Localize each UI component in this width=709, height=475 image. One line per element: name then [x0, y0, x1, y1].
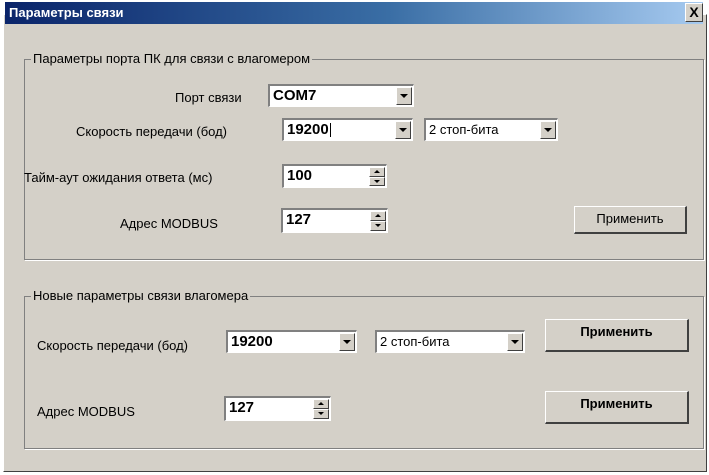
timeout-label: Тайм-аут ожидания ответа (мс) — [24, 170, 213, 185]
close-icon: X — [689, 4, 699, 20]
meter-address-label: Адрес MODBUS — [37, 404, 135, 419]
apply-meter-speed-button[interactable]: Применить — [545, 319, 689, 352]
chevron-down-icon — [511, 340, 519, 344]
meter-stopbits-select[interactable]: 2 стоп-бита — [375, 330, 525, 353]
apply-meter-speed-label: Применить — [580, 324, 653, 339]
meter-group-legend: Новые параметры связи влагомера — [31, 288, 251, 303]
address-label: Адрес MODBUS — [120, 216, 218, 231]
apply-port-button[interactable]: Применить — [574, 206, 687, 234]
chevron-down-icon — [400, 94, 408, 98]
apply-meter-address-button[interactable]: Применить — [545, 391, 689, 424]
arrow-up-icon — [375, 214, 381, 217]
arrow-up-icon — [374, 170, 380, 173]
arrow-down-icon — [374, 179, 380, 183]
close-button[interactable]: X — [685, 3, 703, 22]
meter-address-spinner[interactable]: 127 — [224, 396, 331, 421]
timeout-decrement-button[interactable] — [369, 176, 385, 186]
address-decrement-button[interactable] — [370, 221, 386, 231]
port-select[interactable]: COM7 — [268, 84, 414, 107]
arrow-up-icon — [318, 402, 324, 405]
stopbits-select[interactable]: 2 стоп-бита — [424, 118, 558, 141]
chevron-down-icon — [399, 128, 407, 132]
title-bar: Параметры связи X — [5, 2, 703, 24]
timeout-spinner[interactable]: 100 — [282, 164, 387, 188]
address-value: 127 — [286, 211, 312, 228]
timeout-increment-button[interactable] — [369, 167, 385, 177]
meter-stopbits-dropdown-button[interactable] — [507, 333, 523, 351]
stopbits-value: 2 стоп-бита — [429, 122, 499, 137]
meter-address-decrement-button[interactable] — [313, 409, 329, 419]
pc-port-group-legend: Параметры порта ПК для связи с влагомеро… — [31, 51, 313, 66]
meter-stopbits-value: 2 стоп-бита — [380, 334, 450, 349]
meter-address-value: 127 — [229, 399, 255, 416]
window-title: Параметры связи — [9, 5, 124, 20]
meter-speed-label: Скорость передачи (бод) — [37, 338, 189, 353]
stopbits-dropdown-button[interactable] — [540, 121, 556, 139]
meter-speed-value: 19200 — [231, 333, 273, 350]
speed-value: 19200 — [287, 121, 331, 138]
chevron-down-icon — [544, 128, 552, 132]
apply-meter-address-label: Применить — [580, 396, 653, 411]
meter-speed-dropdown-button[interactable] — [339, 333, 355, 351]
meter-address-increment-button[interactable] — [313, 399, 329, 409]
address-spinner[interactable]: 127 — [281, 208, 388, 233]
timeout-value: 100 — [287, 167, 313, 184]
arrow-down-icon — [318, 412, 324, 415]
speed-dropdown-button[interactable] — [395, 121, 411, 139]
port-value: COM7 — [273, 87, 317, 104]
meter-speed-select[interactable]: 19200 — [226, 330, 357, 353]
port-label: Порт связи — [175, 90, 242, 105]
port-dropdown-button[interactable] — [396, 87, 412, 105]
speed-label: Скорость передачи (бод) — [76, 124, 228, 139]
apply-port-button-label: Применить — [596, 211, 664, 226]
address-increment-button[interactable] — [370, 211, 386, 221]
chevron-down-icon — [343, 340, 351, 344]
arrow-down-icon — [375, 224, 381, 227]
speed-select[interactable]: 19200 — [282, 118, 413, 141]
